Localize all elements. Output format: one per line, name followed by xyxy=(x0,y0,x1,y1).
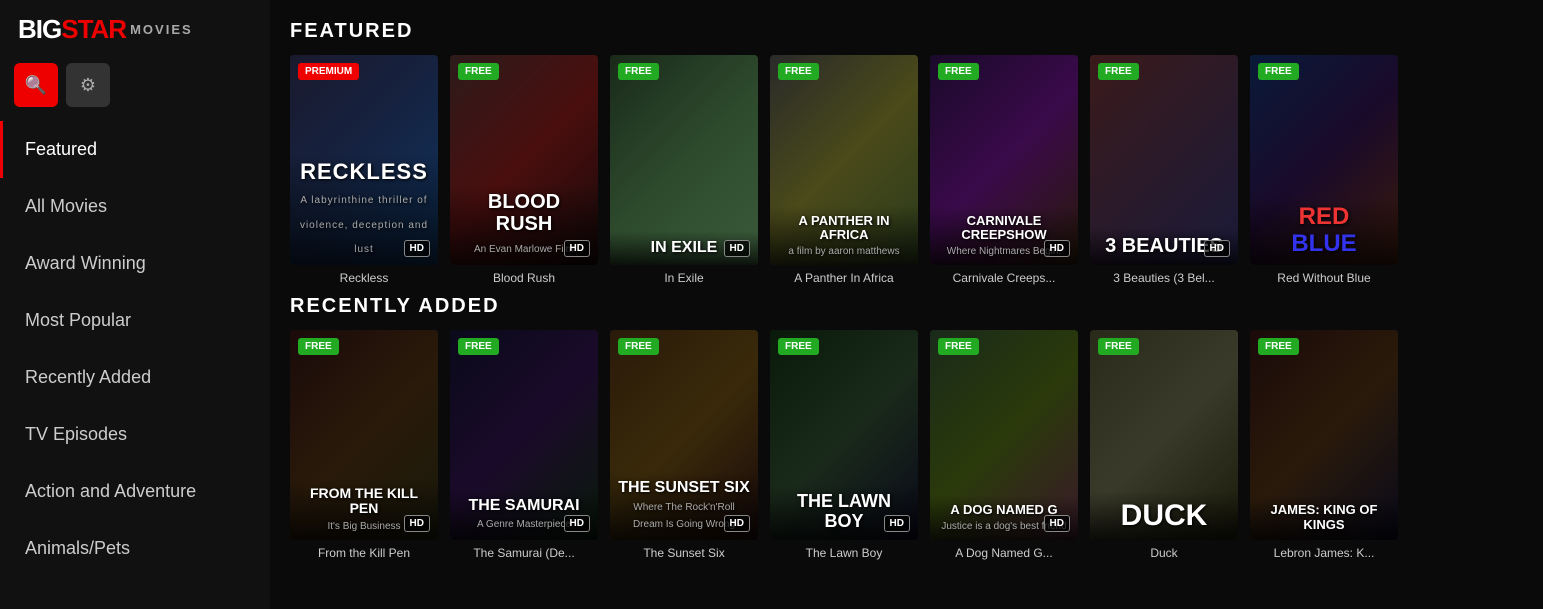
movie-card-lebron[interactable]: FREE JAMES: KING OF KINGS Lebron James: … xyxy=(1250,330,1398,560)
badge-free: FREE xyxy=(618,338,659,355)
sidebar-item-award-winning[interactable]: Award Winning xyxy=(0,235,270,292)
badge-free: FREE xyxy=(778,338,819,355)
search-bar: 🔍 ⚙ xyxy=(0,55,270,121)
badge-premium: PREMIUM xyxy=(298,63,359,80)
movie-card-sunset-six[interactable]: FREE THE SUNSET SIXWhere The Rock'n'Roll… xyxy=(610,330,758,560)
movie-title: A Panther In Africa xyxy=(770,271,918,285)
hd-badge: HD xyxy=(564,515,590,532)
movie-card-duck[interactable]: FREE DUCK Duck xyxy=(1090,330,1238,560)
movie-title: Red Without Blue xyxy=(1250,271,1398,285)
sidebar-item-tv-episodes[interactable]: TV Episodes xyxy=(0,406,270,463)
movie-title: The Sunset Six xyxy=(610,546,758,560)
movie-card-3-beauties[interactable]: FREE 3 BEAUTIES HD 3 Beauties (3 Bel... xyxy=(1090,55,1238,285)
movie-card-carnivale[interactable]: FREE CARNIVALE CREEPSHOWWhere Nightmares… xyxy=(930,55,1078,285)
badge-free: FREE xyxy=(1098,338,1139,355)
hd-badge: HD xyxy=(724,515,750,532)
movie-card-reckless[interactable]: PREMIUM RECKLESSA labyrinthine thriller … xyxy=(290,55,438,285)
hd-badge: HD xyxy=(564,240,590,257)
movie-title: From the Kill Pen xyxy=(290,546,438,560)
badge-free: FREE xyxy=(458,338,499,355)
sidebar-item-all-movies[interactable]: All Movies xyxy=(0,178,270,235)
logo-movies: MOVIES xyxy=(130,22,193,37)
sidebar-item-action-adventure[interactable]: Action and Adventure xyxy=(0,463,270,520)
movie-card-red-without-blue[interactable]: FREE REDBLUE Red Without Blue xyxy=(1250,55,1398,285)
badge-free: FREE xyxy=(1258,338,1299,355)
movie-title: Blood Rush xyxy=(450,271,598,285)
sidebar-item-most-popular[interactable]: Most Popular xyxy=(0,292,270,349)
badge-free: FREE xyxy=(458,63,499,80)
sidebar-item-featured[interactable]: Featured xyxy=(0,121,270,178)
movie-title: 3 Beauties (3 Bel... xyxy=(1090,271,1238,285)
movie-title: A Dog Named G... xyxy=(930,546,1078,560)
badge-free: FREE xyxy=(298,338,339,355)
search-icon: 🔍 xyxy=(25,75,47,96)
movie-title: The Samurai (De... xyxy=(450,546,598,560)
search-button[interactable]: 🔍 xyxy=(14,63,58,107)
movie-card-lawn-boy[interactable]: FREE THE LAWN BOY HD The Lawn Boy xyxy=(770,330,918,560)
movie-card-samurai[interactable]: FREE THE SAMURAIA Genre Masterpiece HD T… xyxy=(450,330,598,560)
badge-free: FREE xyxy=(1258,63,1299,80)
sidebar-item-animals-pets[interactable]: Animals/Pets xyxy=(0,520,270,577)
gear-icon: ⚙ xyxy=(80,75,96,96)
movie-card-dog-named[interactable]: FREE A DOG NAMED GJustice is a dog's bes… xyxy=(930,330,1078,560)
hd-badge: HD xyxy=(1204,240,1230,257)
hd-badge: HD xyxy=(724,240,750,257)
hd-badge: HD xyxy=(884,515,910,532)
hd-badge: HD xyxy=(404,240,430,257)
hd-badge: HD xyxy=(1044,240,1070,257)
recently-added-section-title: RECENTLY ADDED xyxy=(290,295,1523,318)
badge-free: FREE xyxy=(1098,63,1139,80)
featured-section-title: FEATURED xyxy=(290,20,1523,43)
movie-card-panther-africa[interactable]: FREE A PANTHER IN AFRICAa film by aaron … xyxy=(770,55,918,285)
movie-card-in-exile[interactable]: FREE IN EXILE HD In Exile xyxy=(610,55,758,285)
poster-text: DUCK xyxy=(1090,491,1238,540)
poster-text: A PANTHER IN AFRICAa film by aaron matth… xyxy=(770,206,918,265)
poster-text: JAMES: KING OF KINGS xyxy=(1250,495,1398,540)
featured-movie-grid: PREMIUM RECKLESSA labyrinthine thriller … xyxy=(290,55,1523,285)
recently-added-movie-grid: FREE FROM THE KILL PENIt's Big Business … xyxy=(290,330,1523,560)
logo: BIGSTAR xyxy=(18,14,126,45)
movie-card-blood-rush[interactable]: FREE BLOOD RUSHAn Evan Marlowe Film HD B… xyxy=(450,55,598,285)
movie-title: Lebron James: K... xyxy=(1250,546,1398,560)
movie-title: Carnivale Creeps... xyxy=(930,271,1078,285)
movie-card-kill-pen[interactable]: FREE FROM THE KILL PENIt's Big Business … xyxy=(290,330,438,560)
badge-free: FREE xyxy=(778,63,819,80)
movie-title: In Exile xyxy=(610,271,758,285)
logo-area: BIGSTAR MOVIES xyxy=(0,0,270,55)
badge-free: FREE xyxy=(938,63,979,80)
movie-title: Reckless xyxy=(290,271,438,285)
movie-title: Duck xyxy=(1090,546,1238,560)
hd-badge: HD xyxy=(404,515,430,532)
sidebar: BIGSTAR MOVIES 🔍 ⚙ Featured All Movies A… xyxy=(0,0,270,609)
hd-badge: HD xyxy=(1044,515,1070,532)
poster-text: REDBLUE xyxy=(1250,196,1398,265)
main-content: FEATURED PREMIUM RECKLESSA labyrinthine … xyxy=(270,0,1543,609)
nav-list: Featured All Movies Award Winning Most P… xyxy=(0,121,270,609)
badge-free: FREE xyxy=(618,63,659,80)
movie-title: The Lawn Boy xyxy=(770,546,918,560)
settings-button[interactable]: ⚙ xyxy=(66,63,110,107)
badge-free: FREE xyxy=(938,338,979,355)
sidebar-item-recently-added[interactable]: Recently Added xyxy=(0,349,270,406)
